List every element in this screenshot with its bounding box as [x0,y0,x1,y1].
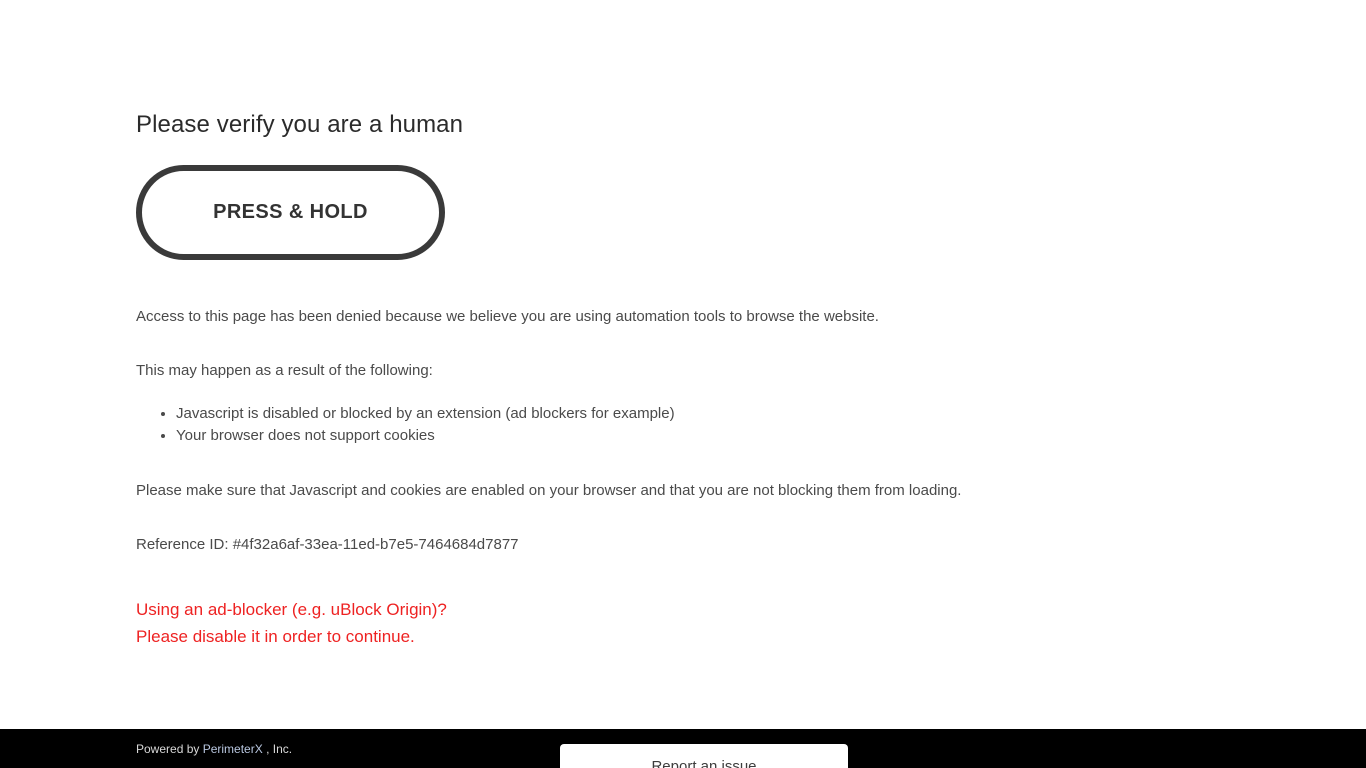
press-and-hold-button[interactable]: PRESS & HOLD [136,165,445,260]
report-issue-panel[interactable]: Report an issue [560,744,848,768]
captcha-page: Please verify you are a human PRESS & HO… [0,0,1366,768]
list-item: Your browser does not support cookies [176,425,1236,447]
may-happen-message: This may happen as a result of the follo… [136,362,433,379]
make-sure-message: Please make sure that Javascript and coo… [136,482,962,499]
page-title: Please verify you are a human [136,111,464,138]
powered-by-suffix: , Inc. [262,742,293,756]
reasons-list: Javascript is disabled or blocked by an … [136,403,1236,447]
reference-id: Reference ID: #4f32a6af-33ea-11ed-b7e5-7… [136,536,519,553]
report-issue-label[interactable]: Report an issue [560,744,848,768]
press-and-hold-label: PRESS & HOLD [213,201,368,223]
main-content: Please verify you are a human PRESS & HO… [136,110,1236,650]
adblock-notice-line-1: Using an ad-blocker (e.g. uBlock Origin)… [136,600,447,619]
adblock-notice: Using an ad-blocker (e.g. uBlock Origin)… [136,596,1236,650]
access-denied-message: Access to this page has been denied beca… [136,308,879,325]
powered-by-text: Powered by PerimeterX , Inc. [136,742,292,756]
powered-by-prefix: Powered by [136,742,203,756]
perimeterx-link[interactable]: PerimeterX [203,742,263,756]
list-item: Javascript is disabled or blocked by an … [176,403,1236,425]
press-hold-container: PRESS & HOLD [136,165,1236,261]
adblock-notice-line-2: Please disable it in order to continue. [136,627,415,646]
